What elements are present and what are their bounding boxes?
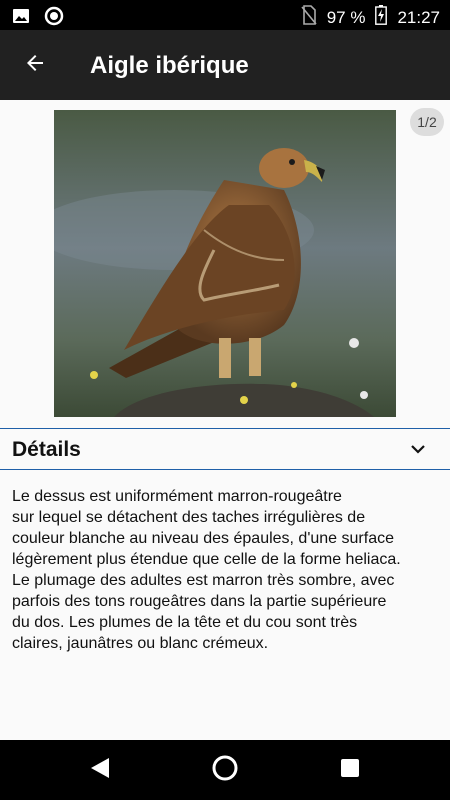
- recents-square-icon: [340, 758, 360, 783]
- details-header[interactable]: Détails: [0, 429, 450, 469]
- arrow-back-icon: [23, 51, 47, 80]
- status-bar: 97 % 21:27: [0, 0, 450, 30]
- record-icon: [44, 6, 64, 31]
- battery-level: 97 %: [326, 7, 366, 27]
- back-triangle-icon: [89, 756, 111, 785]
- image-counter-badge: 1/2: [410, 108, 444, 136]
- nav-home-button[interactable]: [195, 740, 255, 800]
- system-nav-bar: [0, 740, 450, 800]
- details-text: Le dessus est uniformément marron-rougeâ…: [12, 488, 401, 652]
- chevron-down-icon[interactable]: [410, 441, 426, 462]
- nav-back-button[interactable]: [70, 740, 130, 800]
- clock: 21:27: [397, 7, 440, 27]
- app-bar: Aigle ibérique: [0, 30, 450, 100]
- back-button[interactable]: [20, 50, 50, 80]
- bird-photo[interactable]: [54, 110, 396, 417]
- page-title: Aigle ibérique: [90, 52, 249, 79]
- nav-recents-button[interactable]: [320, 740, 380, 800]
- no-sim-icon: [301, 5, 317, 30]
- home-circle-icon: [211, 754, 239, 787]
- image-icon: [12, 7, 30, 30]
- details-divider-bottom: [0, 469, 450, 470]
- details-title: Détails: [12, 438, 81, 461]
- battery-charging-icon: [375, 5, 388, 30]
